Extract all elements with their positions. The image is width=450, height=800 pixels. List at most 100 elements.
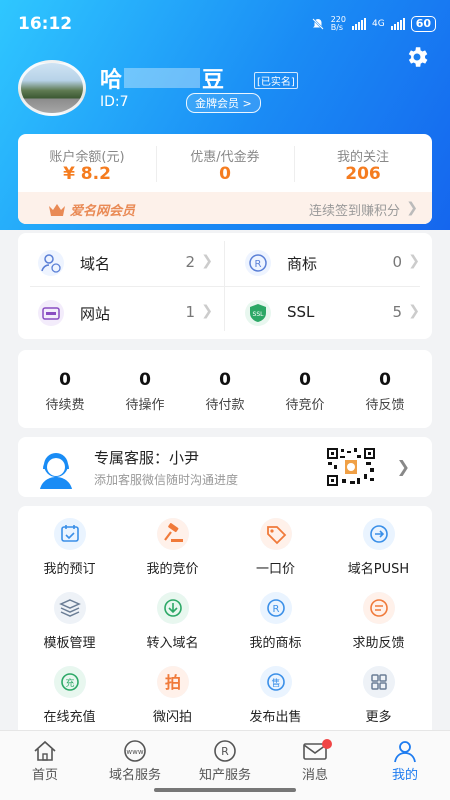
verified-badge: [已实名] [254,72,298,89]
stat-balance[interactable]: 账户余额(元) ¥ 8.2 [18,134,156,192]
grid-label: 模板管理 [43,636,96,651]
customer-service-title: 专属客服：小尹 [94,449,200,467]
order-count: 0 [59,370,71,390]
ssl-shield-icon: SSL [245,300,271,326]
services-card: 域名 2 ❯ R 商标 0 ❯ 网站 1 ❯ SSL SSL 5 ❯ [18,233,432,339]
svg-text:拍: 拍 [165,673,181,692]
order-pending-renewal[interactable]: 0 待续费 [25,350,105,428]
tab-label: 域名服务 [108,768,161,783]
grid-item-my-bids[interactable]: 我的竞价 [121,510,224,584]
order-pending-operation[interactable]: 0 待操作 [105,350,185,428]
tab-label: 知产服务 [198,768,251,783]
grid-label: 发布出售 [249,710,302,725]
stat-label: 账户余额(元) [49,150,125,165]
user-name-suffix: 豆 [202,68,225,93]
order-pending-payment[interactable]: 0 待付款 [185,350,265,428]
order-pending-bid[interactable]: 0 待竞价 [265,350,345,428]
tab-label: 我的 [391,768,418,783]
grid-label: 我的商标 [249,636,302,651]
recharge-icon: 充 [54,666,86,698]
grid-item-more[interactable]: 更多 [327,658,430,732]
transfer-icon [157,592,189,624]
calendar-icon [54,518,86,550]
order-count: 0 [299,370,311,390]
avatar[interactable] [18,60,86,116]
service-domain[interactable]: 域名 2 ❯ [18,237,225,287]
sign-in-text: 连续签到赚积分 [308,204,400,219]
order-count: 0 [379,370,391,390]
tab-home[interactable]: 首页 [0,731,90,800]
stat-coupons[interactable]: 优惠/代金券 0 [156,134,294,192]
net-type: 4G [371,19,385,29]
service-ssl[interactable]: SSL SSL 5 ❯ [225,287,432,337]
price-tag-icon [260,518,292,550]
svg-text:www: www [126,748,143,756]
stat-value: 0 [219,164,231,184]
service-count: 2 [185,253,195,271]
grid-label: 一口价 [255,562,295,577]
battery-icon: 60 [410,16,436,32]
svg-text:R: R [221,745,229,758]
order-count: 0 [219,370,231,390]
service-website[interactable]: 网站 1 ❯ [18,287,225,337]
tab-label: 消息 [301,768,328,783]
signal-icon-2 [390,18,405,30]
notification-dot [322,739,332,749]
customer-service-card[interactable]: 专属客服：小尹 添加客服微信随时沟通进度 ❯ [18,437,432,497]
home-icon [34,740,56,761]
service-name: 域名 [80,255,111,273]
tab-mine[interactable]: 我的 [360,731,450,800]
grid-item-template-manage[interactable]: 模板管理 [18,584,121,658]
grid-item-my-booking[interactable]: 我的预订 [18,510,121,584]
svg-text:R: R [255,259,262,270]
stat-value: 206 [345,164,381,184]
grid-label: 域名PUSH [347,562,410,577]
user-name-prefix: 哈 [100,68,123,93]
grid-item-transfer-domain[interactable]: 转入域名 [121,584,224,658]
service-count: 5 [392,303,402,321]
net-speed: 220 B/s [330,15,346,32]
order-label: 待付款 [205,398,245,413]
status-icons: 220 B/s 4G 60 [311,16,436,32]
account-stats-card: 账户余额(元) ¥ 8.2 优惠/代金券 0 我的关注 206 爱名网会员 连续… [18,134,432,224]
customer-service-avatar-icon [40,453,72,489]
chevron-right-icon: ❯ [408,253,420,269]
chevron-right-icon: ❯ [408,303,420,319]
svg-text:售: 售 [271,677,280,689]
stat-following[interactable]: 我的关注 206 [294,134,432,192]
member-brand: 爱名网会员 [48,200,135,219]
service-count: 1 [185,303,195,321]
chevron-right-icon: ❯ [201,253,213,269]
user-name: 哈 豆 [100,62,224,94]
grid-label: 在线充值 [43,710,96,725]
chevron-right-icon: ❯ [406,200,418,216]
push-icon [363,518,395,550]
www-icon: www [124,740,146,762]
order-status-card: 0 待续费 0 待操作 0 待付款 0 待竞价 0 待反馈 [18,350,432,428]
member-sign-in-banner[interactable]: 爱名网会员 连续签到赚积分 ❯ [18,192,432,224]
sell-icon: 售 [260,666,292,698]
grid-item-fixed-price[interactable]: 一口价 [224,510,327,584]
service-name: 网站 [80,305,111,323]
order-pending-feedback[interactable]: 0 待反馈 [345,350,425,428]
gear-icon[interactable] [404,44,430,70]
more-grid-icon [363,666,395,698]
grid-label: 微闪拍 [152,710,192,725]
grid-item-flash-auction[interactable]: 拍 微闪拍 [121,658,224,732]
auction-icon [157,518,189,550]
grid-item-my-trademarks[interactable]: R 我的商标 [224,584,327,658]
stat-label: 我的关注 [336,150,389,165]
grid-item-domain-push[interactable]: 域名PUSH [327,510,430,584]
grid-item-publish-sale[interactable]: 售 发布出售 [224,658,327,732]
grid-item-help-feedback[interactable]: 求助反馈 [327,584,430,658]
order-label: 待竞价 [285,398,325,413]
home-indicator [154,788,296,792]
order-label: 待操作 [125,398,165,413]
chevron-right-icon: ❯ [201,303,213,319]
status-time: 16:12 [18,14,73,34]
grid-item-online-recharge[interactable]: 充 在线充值 [18,658,121,732]
svg-text:SSL: SSL [253,311,265,318]
vip-level-button[interactable]: 金牌会员 > [186,93,261,113]
service-trademark[interactable]: R 商标 0 ❯ [225,237,432,287]
stat-value: ¥ 8.2 [63,164,111,184]
